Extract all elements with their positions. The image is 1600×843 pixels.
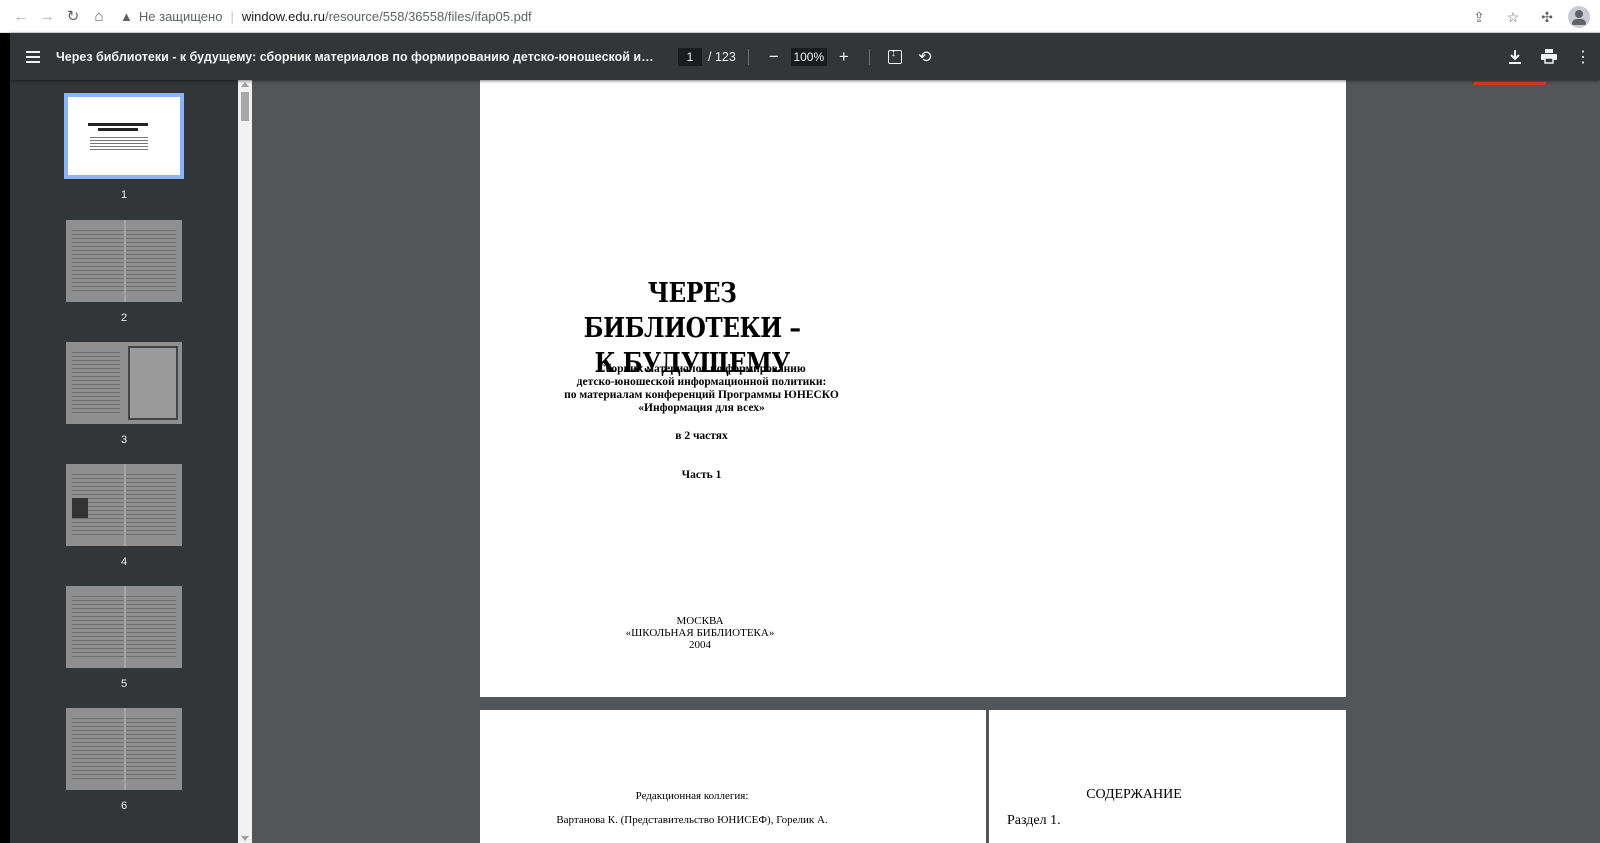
pdf-viewer[interactable]: ЧЕРЕЗ БИБЛИОТЕКИ – К БУДУЩЕМУ Сборник ма… [252,80,1600,843]
warning-icon: ▲ [120,8,133,24]
thumbnail-item[interactable]: 4 [10,464,238,568]
imprint-publisher: «ШКОЛЬНАЯ БИБЛИОТЕКА» [625,627,775,639]
rotate-icon[interactable]: ⟲ [912,44,938,70]
thumbnail-image [64,93,184,179]
thumbnail-number: 2 [120,312,128,324]
zoom-out-icon[interactable]: − [761,44,787,70]
thumbnail-image [66,708,182,790]
download-icon[interactable] [1502,44,1528,70]
pdf-page-2-left: Редакционная коллегия: Вартанова К. (Пре… [480,710,986,843]
page-total: / 123 [708,49,736,64]
browser-actions: ⇪ ☆ ✣ [1466,4,1590,30]
editorial-heading: Редакционная коллегия: [635,790,749,802]
thumbnail-sidebar: 1 2 3 4 5 6 [10,80,238,843]
url-path: /resource/558/36558/files/ifap05.pdf [324,8,532,24]
cover-part: Часть 1 [681,469,722,481]
sidebar-scrollbar[interactable] [238,80,252,843]
document-title: Через библиотеки - к будущему: сборник м… [56,49,656,64]
star-icon[interactable]: ☆ [1500,4,1526,30]
hamburger-menu-icon[interactable] [10,34,56,80]
thumbnail-image [66,220,182,302]
thumbnail-number: 5 [120,678,128,690]
pdf-toolbar: Через библиотеки - к будущему: сборник м… [10,33,1600,80]
back-arrow-icon[interactable]: ← [8,3,34,29]
thumbnail-image [66,342,182,424]
thumbnail-item[interactable]: 3 [10,342,238,446]
cover-subtitle: Сборник материалов по формированию детск… [550,363,853,415]
reload-icon[interactable]: ↻ [60,3,86,29]
window-edge [0,33,10,843]
subtitle-line: Сборник материалов по формированию [597,363,806,375]
security-label: Не защищено [138,8,223,24]
browser-toolbar: ← → ↻ ⌂ ▲ Не защищено | window.edu.ru /r… [0,0,1600,33]
toc-entry: Раздел 1. [1007,813,1061,828]
thumbnail-item[interactable]: 5 [10,586,238,690]
thumbnail-item[interactable]: 2 [10,220,238,324]
zoom-input[interactable]: 100% [790,47,827,66]
puzzle-icon[interactable]: ✣ [1534,4,1560,30]
thumbnail-number: 4 [120,556,128,568]
cover-imprint: МОСКВА «ШКОЛЬНАЯ БИБЛИОТЕКА» 2004 [550,615,850,651]
address-bar[interactable]: ▲ Не защищено | window.edu.ru /resource/… [120,3,532,29]
home-icon[interactable]: ⌂ [86,3,112,29]
cover-parts: в 2 частях [675,430,728,442]
scroll-up-icon[interactable] [241,82,249,87]
thumbnail-item[interactable]: 1 [10,93,238,201]
url-host: window.edu.ru [241,8,325,24]
download-indicator [1474,82,1546,85]
thumbnail-image [66,586,182,668]
thumbnail-image [66,464,182,546]
more-vert-icon[interactable]: ⋮ [1570,44,1596,70]
subtitle-line: «Информация для всех» [638,402,765,414]
toolbar-divider [747,48,749,65]
page-number-input[interactable]: 1 [678,47,702,66]
fit-to-page-icon[interactable] [882,44,908,70]
imprint-city: МОСКВА [676,615,724,627]
thumbnail-item[interactable]: 6 [10,708,238,812]
cover-title-line: ЧЕРЕЗ БИБЛИОТЕКИ – [583,278,801,344]
scroll-down-icon[interactable] [241,836,249,841]
thumbnail-number: 3 [120,434,128,446]
subtitle-line: детско-юношеской информационной политики… [576,376,827,388]
toolbar-divider [868,48,870,65]
subtitle-line: по материалам конференций Программы ЮНЕС… [564,389,839,401]
thumbnail-number: 1 [120,189,128,201]
page-selector: 1 / 123 [678,47,736,66]
profile-icon[interactable] [1568,6,1590,28]
forward-arrow-icon[interactable]: → [34,3,60,29]
toolbar-actions: ⋮ [1502,33,1600,80]
pdf-page-2-right: СОДЕРЖАНИЕ Раздел 1. [989,710,1346,843]
print-icon[interactable] [1536,44,1562,70]
share-icon[interactable]: ⇪ [1466,4,1492,30]
scroll-thumb[interactable] [241,92,249,121]
zoom-in-icon[interactable]: + [831,44,857,70]
toc-heading: СОДЕРЖАНИЕ [1086,787,1182,802]
imprint-year: 2004 [689,639,711,651]
editorial-names: Вартанова К. (Представительство ЮНИСЕФ),… [556,814,828,826]
thumbnail-number: 6 [120,800,128,812]
address-separator: | [230,8,234,24]
pdf-page-1: ЧЕРЕЗ БИБЛИОТЕКИ – К БУДУЩЕМУ Сборник ма… [480,80,1346,697]
